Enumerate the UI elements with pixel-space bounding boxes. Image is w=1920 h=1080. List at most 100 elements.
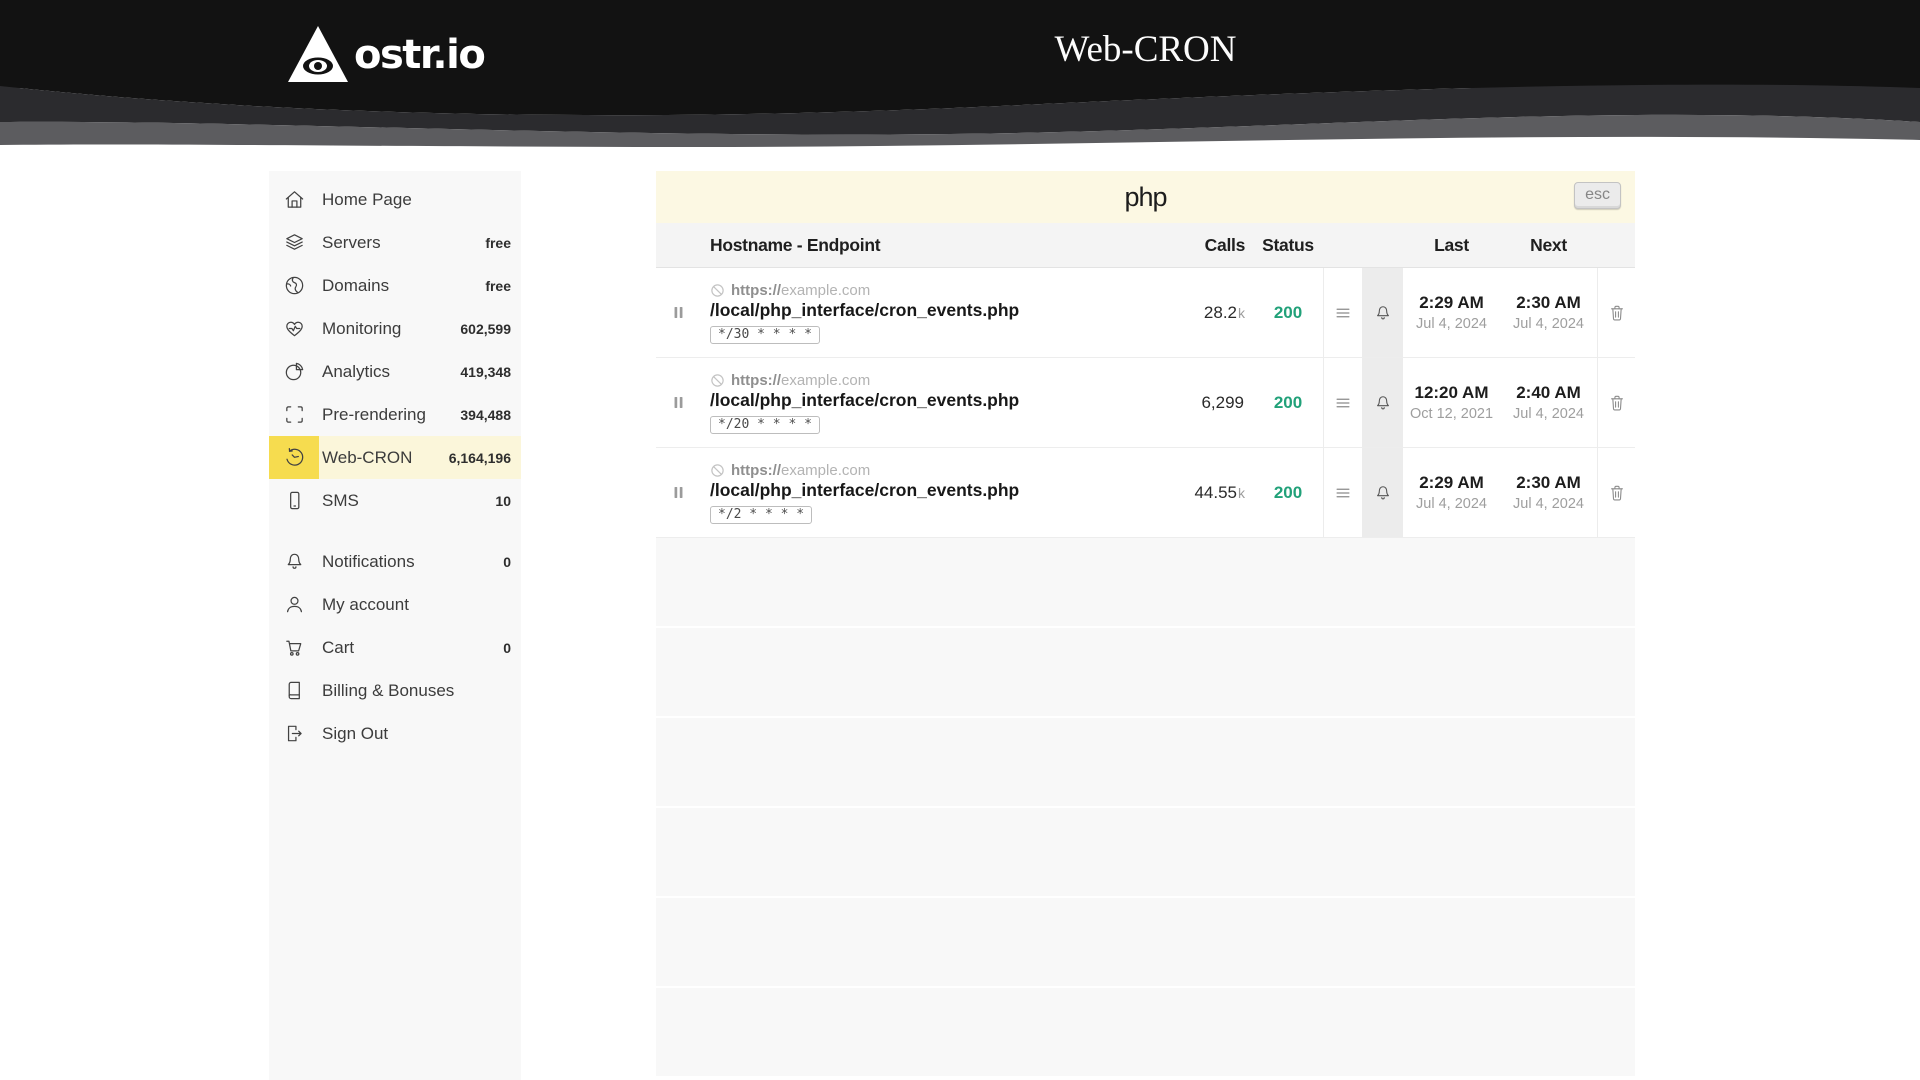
next-run-date: Jul 4, 2024	[1513, 316, 1584, 332]
pause-button[interactable]	[656, 268, 700, 357]
table-row: https://example.com /local/php_interface…	[656, 268, 1635, 358]
logo[interactable]: ostr.io	[286, 22, 484, 88]
pause-button[interactable]	[656, 358, 700, 447]
next-run-time: 2:40 AM	[1516, 383, 1581, 403]
book-icon	[269, 669, 319, 712]
endpoint-path[interactable]: /local/php_interface/cron_events.php	[710, 390, 1019, 411]
heart-pulse-icon	[269, 307, 319, 350]
sidebar-item-label: Billing & Bonuses	[322, 681, 454, 701]
trash-icon	[1607, 393, 1627, 413]
sidebar-item-monitoring[interactable]: Monitoring 602,599	[269, 307, 521, 350]
delete-button[interactable]	[1597, 268, 1635, 357]
table-row: https://example.com /local/php_interface…	[656, 358, 1635, 448]
cron-clock-icon	[269, 436, 319, 479]
ostr-logo-icon	[286, 24, 350, 86]
search-query[interactable]: php	[1124, 182, 1166, 213]
next-run-time: 2:30 AM	[1516, 473, 1581, 493]
last-run-cell: 2:29 AM Jul 4, 2024	[1403, 448, 1500, 537]
url-protocol: https://	[731, 462, 781, 479]
hostname-line[interactable]: https://example.com	[710, 282, 870, 299]
sidebar-item-home-page[interactable]: Home Page	[269, 178, 521, 221]
sidebar-item-label: Analytics	[322, 362, 390, 382]
cron-schedule-badge: */2 * * * *	[710, 506, 812, 524]
calls-cell: 6,299	[1158, 358, 1253, 447]
url-host: example.com	[781, 462, 870, 479]
url-host: example.com	[781, 282, 870, 299]
sidebar-item-domains[interactable]: Domains free	[269, 264, 521, 307]
sidebar-item-badge: free	[485, 278, 521, 294]
prohibited-icon	[710, 463, 725, 478]
sidebar-item-analytics[interactable]: Analytics 419,348	[269, 350, 521, 393]
sidebar-item-sign-out[interactable]: Sign Out	[269, 712, 521, 755]
search-bar[interactable]: php esc	[656, 171, 1635, 223]
user-icon	[269, 583, 319, 626]
empty-row	[656, 898, 1635, 988]
sidebar-item-billing[interactable]: Billing & Bonuses	[269, 669, 521, 712]
calls-value: 44.55	[1194, 483, 1237, 503]
sidebar-item-badge: 419,348	[460, 364, 521, 380]
pie-chart-icon	[269, 350, 319, 393]
notify-toggle[interactable]	[1362, 358, 1403, 447]
sidebar-item-web-cron[interactable]: Web-CRON 6,164,196	[269, 436, 521, 479]
esc-key[interactable]: esc	[1574, 182, 1621, 209]
status-badge: 200	[1253, 358, 1323, 447]
last-run-time: 2:29 AM	[1419, 293, 1484, 313]
corners-icon	[269, 393, 319, 436]
empty-row	[656, 988, 1635, 1078]
notify-toggle[interactable]	[1362, 448, 1403, 537]
sidebar-item-my-account[interactable]: My account	[269, 583, 521, 626]
sidebar-item-label: Servers	[322, 233, 381, 253]
phone-icon	[269, 479, 319, 522]
sidebar-item-pre-rendering[interactable]: Pre-rendering 394,488	[269, 393, 521, 436]
sidebar-item-badge: 10	[495, 493, 521, 509]
sidebar-item-badge: 6,164,196	[449, 450, 521, 466]
drag-handle[interactable]	[1323, 448, 1362, 537]
delete-button[interactable]	[1597, 448, 1635, 537]
sidebar-item-label: Pre-rendering	[322, 405, 426, 425]
drag-handle[interactable]	[1323, 358, 1362, 447]
empty-row	[656, 718, 1635, 808]
last-run-date: Oct 12, 2021	[1410, 406, 1493, 422]
sign-out-icon	[269, 712, 319, 755]
calls-suffix: k	[1238, 485, 1245, 501]
endpoint-path[interactable]: /local/php_interface/cron_events.php	[710, 300, 1019, 321]
menu-icon	[1333, 393, 1353, 413]
bell-icon	[269, 540, 319, 583]
calls-value: 28.2	[1204, 303, 1237, 323]
home-icon	[269, 178, 319, 221]
sidebar: Home Page Servers free Domains free Moni…	[269, 171, 521, 1080]
sidebar-item-label: Cart	[322, 638, 354, 658]
sidebar-item-label: SMS	[322, 491, 359, 511]
endpoint-path[interactable]: /local/php_interface/cron_events.php	[710, 480, 1019, 501]
status-badge: 200	[1253, 268, 1323, 357]
hostname-line[interactable]: https://example.com	[710, 462, 870, 479]
sidebar-item-notifications[interactable]: Notifications 0	[269, 540, 521, 583]
sidebar-item-sms[interactable]: SMS 10	[269, 479, 521, 522]
table-header: Hostname - Endpoint Calls Status Last Ne…	[656, 223, 1635, 268]
next-run-date: Jul 4, 2024	[1513, 496, 1584, 512]
notify-toggle[interactable]	[1362, 268, 1403, 357]
logo-text: ostr.io	[354, 32, 484, 78]
empty-row	[656, 808, 1635, 898]
status-badge: 200	[1253, 448, 1323, 537]
hostname-line[interactable]: https://example.com	[710, 372, 870, 389]
calls-suffix: k	[1238, 305, 1245, 321]
last-run-date: Jul 4, 2024	[1416, 316, 1487, 332]
endpoint-cell: https://example.com /local/php_interface…	[700, 448, 1158, 537]
sidebar-item-servers[interactable]: Servers free	[269, 221, 521, 264]
servers-icon	[269, 221, 319, 264]
sidebar-item-cart[interactable]: Cart 0	[269, 626, 521, 669]
last-run-cell: 12:20 AM Oct 12, 2021	[1403, 358, 1500, 447]
sidebar-item-label: Monitoring	[322, 319, 401, 339]
sidebar-item-badge: free	[485, 235, 521, 251]
column-header-next: Next	[1500, 235, 1597, 256]
delete-button[interactable]	[1597, 358, 1635, 447]
prohibited-icon	[710, 373, 725, 388]
drag-handle[interactable]	[1323, 268, 1362, 357]
next-run-cell: 2:40 AM Jul 4, 2024	[1500, 358, 1597, 447]
sidebar-item-label: My account	[322, 595, 409, 615]
sidebar-item-label: Web-CRON	[322, 448, 412, 468]
pause-button[interactable]	[656, 448, 700, 537]
last-run-time: 12:20 AM	[1414, 383, 1488, 403]
bell-icon	[1373, 483, 1393, 503]
